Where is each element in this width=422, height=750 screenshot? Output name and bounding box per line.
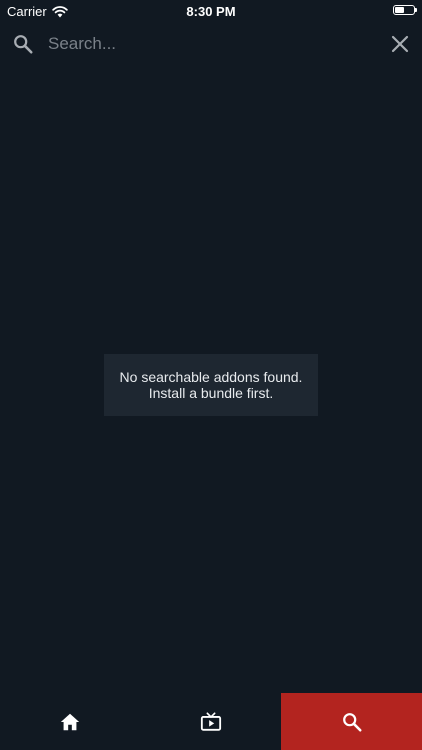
battery-level [395,7,404,13]
search-icon [14,35,33,54]
battery-nub [415,8,417,12]
tab-bar [0,693,422,750]
status-bar: Carrier 8:30 PM [0,0,422,22]
status-time: 8:30 PM [186,4,236,19]
tab-live-tv[interactable] [141,693,282,750]
message-line-1: No searchable addons found. [119,369,303,385]
search-input[interactable] [48,30,368,58]
tab-home[interactable] [0,693,141,750]
tv-play-icon [200,711,222,731]
message-line-2: Install a bundle first. [148,385,274,401]
battery-icon [393,5,417,15]
close-icon[interactable] [388,32,412,56]
empty-state-message: No searchable addons found. Install a bu… [104,354,318,416]
search-icon [342,712,362,732]
search-bar [0,22,422,66]
home-icon [61,713,80,730]
tab-search[interactable] [281,693,422,750]
